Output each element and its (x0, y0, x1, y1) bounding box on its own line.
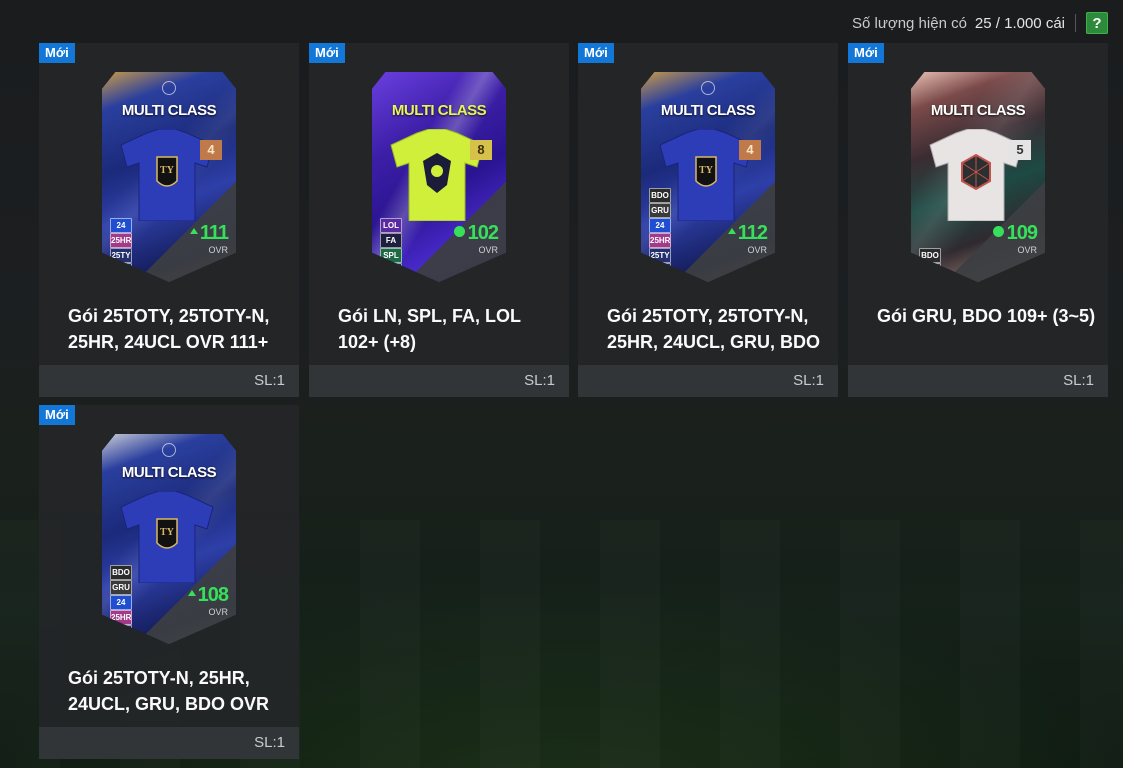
ovr-label: OVR (1017, 245, 1037, 255)
season-tag: 25TY (649, 248, 671, 263)
ovr-label: OVR (208, 607, 228, 617)
pack-footer: SL:1 (578, 365, 838, 397)
season-tag: BDO (649, 188, 671, 203)
ovr-label: OVR (208, 245, 228, 255)
team-logo-icon (162, 443, 176, 457)
pack-card-image: MULTI CLASS TY 4 24 25HR 25TY 25TY 111 O… (102, 72, 236, 282)
pack-card-image: MULTI CLASS TY BDO GRU 24 25HR 25TY 108 … (102, 434, 236, 644)
season-tag: 24 (110, 595, 132, 610)
pack-name: Gói 25TOTY-N, 25HR, 24UCL, GRU, BDO OVR (68, 668, 270, 714)
pack-card-image: MULTI CLASS TY 4 BDO GRU 24 25HR 25TY 25… (641, 72, 775, 282)
season-tag: 25TY (110, 248, 132, 263)
ovr-value: 108 (187, 584, 229, 607)
available-value: 25 / 1.000 cái (974, 14, 1065, 32)
upgrade-level-badge: 8 (470, 140, 492, 160)
card-title: MULTI CLASS (930, 102, 1026, 119)
pack-name: Gói GRU, BDO 109+ (3~5) (877, 306, 1096, 326)
new-badge: Mới (309, 43, 345, 63)
season-tag: 24 (649, 218, 671, 233)
pack-name: Gói LN, SPL, FA, LOL 102+ (+8) (338, 306, 521, 352)
team-logo-icon (162, 81, 176, 95)
pack-quantity: SL:1 (793, 372, 824, 389)
new-badge: Mới (848, 43, 884, 63)
team-logo-icon (701, 81, 715, 95)
pack-tile[interactable]: MULTI CLASS TY 4 BDO GRU 24 25HR 25TY 25… (578, 43, 838, 397)
card-title: MULTI CLASS (660, 102, 756, 119)
new-badge: Mới (39, 405, 75, 425)
divider (1075, 14, 1076, 32)
season-tag: BDO (110, 565, 132, 580)
pack-tile[interactable]: MULTI CLASS TY BDO GRU 24 25HR 25TY 108 … (39, 405, 299, 759)
available-label: Số lượng hiện có (851, 14, 967, 32)
season-tag: LOL (380, 218, 402, 233)
pack-name: Gói 25TOTY, 25TOTY-N, 25HR, 24UCL OVR 11… (68, 306, 270, 352)
pack-name: Gói 25TOTY, 25TOTY-N, 25HR, 24UCL, GRU, … (607, 306, 821, 352)
season-tag: 25HR (649, 233, 671, 248)
season-tag: BDO (919, 248, 941, 263)
season-tag: FA (380, 233, 402, 248)
ovr-value: 109 (992, 222, 1038, 245)
upgrade-level-badge: 5 (1009, 140, 1031, 160)
season-tag: GRU (110, 580, 132, 595)
arrow-up-icon (189, 227, 198, 234)
ovr-value: 112 (727, 222, 768, 245)
card-title: MULTI CLASS (391, 102, 487, 119)
season-tag: 25HR (110, 233, 132, 248)
pack-tile[interactable]: MULTI CLASS 5 BDO GRU 109 OVR Mới Gói GR… (848, 43, 1108, 397)
season-tag: SPL (380, 248, 402, 263)
season-tag: 25TY (110, 263, 132, 278)
card-title: MULTI CLASS (121, 464, 217, 481)
pack-card-image: MULTI CLASS 8 LOL FA SPL LN 102 OVR (372, 72, 506, 282)
arrow-up-icon (727, 227, 736, 234)
arrow-up-icon (187, 589, 196, 596)
pack-footer: SL:1 (309, 365, 569, 397)
pack-tile[interactable]: MULTI CLASS 8 LOL FA SPL LN 102 OVR Mới … (309, 43, 569, 397)
inventory-count-bar: Số lượng hiện có 25 / 1.000 cái ? (852, 12, 1108, 34)
card-title: MULTI CLASS (121, 102, 217, 119)
pack-footer: SL:1 (39, 727, 299, 759)
pack-quantity: SL:1 (524, 372, 555, 389)
upgrade-level-badge: 4 (200, 140, 222, 160)
ovr-value: 111 (189, 222, 229, 245)
pack-quantity: SL:1 (1063, 372, 1094, 389)
pack-card-image: MULTI CLASS 5 BDO GRU 109 OVR (911, 72, 1045, 282)
season-tag: LN (380, 263, 402, 278)
new-badge: Mới (39, 43, 75, 63)
ovr-label: OVR (747, 245, 767, 255)
pack-footer: SL:1 (848, 365, 1108, 397)
new-badge: Mới (578, 43, 614, 63)
season-tag: GRU (649, 203, 671, 218)
season-tag: GRU (919, 263, 941, 278)
ovr-value: 102 (453, 222, 499, 245)
ovr-label: OVR (478, 245, 498, 255)
season-tag: 25TY (110, 625, 132, 640)
pack-tile[interactable]: MULTI CLASS TY 4 24 25HR 25TY 25TY 111 O… (39, 43, 299, 397)
arrow-up-icon (453, 226, 465, 238)
upgrade-level-badge: 4 (739, 140, 761, 160)
season-tag: 24 (110, 218, 132, 233)
pack-quantity: SL:1 (254, 734, 285, 751)
season-tag: 25HR (110, 610, 132, 625)
pack-quantity: SL:1 (254, 372, 285, 389)
season-tag: 25TY (649, 263, 671, 278)
pack-footer: SL:1 (39, 365, 299, 397)
help-button[interactable]: ? (1086, 12, 1108, 34)
arrow-up-icon (992, 226, 1004, 238)
